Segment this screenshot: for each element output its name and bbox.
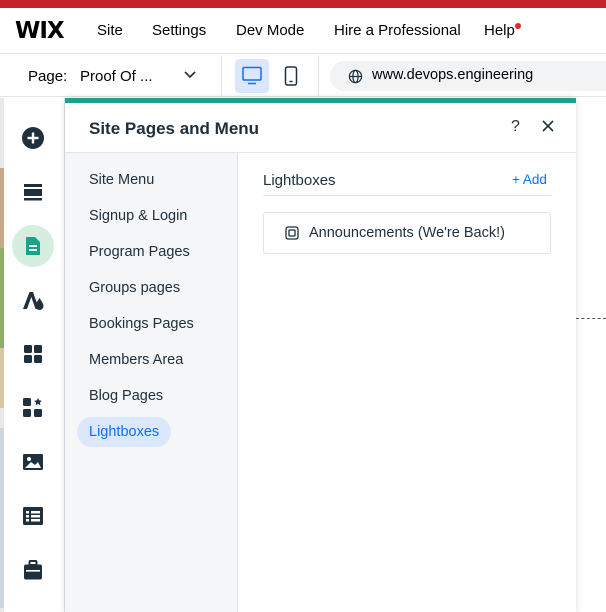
- close-icon[interactable]: [541, 119, 555, 133]
- media-icon: [23, 454, 43, 470]
- site-pages-panel: Site Pages and Menu ? Site Menu Signup &…: [65, 98, 576, 612]
- help-notification-dot: [515, 23, 521, 29]
- panel-nav: Site Menu Signup & Login Program Pages G…: [65, 153, 238, 612]
- site-design-button[interactable]: [12, 279, 54, 321]
- divider: [221, 55, 222, 97]
- business-apps-button[interactable]: [12, 387, 54, 429]
- site-url: www.devops.engineering: [372, 67, 534, 83]
- menu-site[interactable]: Site: [97, 22, 123, 39]
- media-button[interactable]: [12, 441, 54, 483]
- nav-members-area[interactable]: Members Area: [77, 345, 195, 375]
- apps-icon: [24, 345, 42, 363]
- canvas-right-edge: [576, 98, 606, 612]
- browser-top-strip: [0, 0, 606, 8]
- lightboxes-content: Lightboxes + Add Announcements (We're Ba…: [238, 153, 576, 612]
- page-label: Page:: [28, 68, 68, 85]
- lightbox-icon: [285, 226, 299, 240]
- nav-bookings-pages[interactable]: Bookings Pages: [77, 309, 206, 339]
- help-icon[interactable]: ?: [511, 118, 520, 136]
- cms-button[interactable]: [12, 495, 54, 537]
- site-url-pill[interactable]: www.devops.engineering: [330, 61, 606, 91]
- editor-top-bar: WIX Site Settings Dev Mode Hire a Profes…: [0, 8, 606, 54]
- nav-program-pages[interactable]: Program Pages: [77, 237, 202, 267]
- globe-icon: [348, 69, 363, 84]
- pages-menu-button[interactable]: [12, 225, 54, 267]
- mobile-view-button[interactable]: [280, 59, 304, 93]
- add-apps-button[interactable]: [12, 333, 54, 375]
- add-lightbox-button[interactable]: + Add: [512, 172, 547, 187]
- design-icon: [23, 292, 44, 310]
- sections-icon: [24, 184, 42, 201]
- cms-icon: [23, 507, 43, 525]
- panel-header: Site Pages and Menu ?: [65, 103, 576, 153]
- menu-settings[interactable]: Settings: [152, 22, 206, 39]
- mobile-icon: [284, 66, 298, 86]
- divider: [318, 55, 319, 97]
- canvas-guide-line: [576, 318, 606, 319]
- menu-dev-mode[interactable]: Dev Mode: [236, 22, 304, 39]
- menu-hire-a-professional[interactable]: Hire a Professional: [334, 22, 461, 39]
- page-selector[interactable]: Proof Of ...: [80, 68, 153, 85]
- pages-icon: [26, 237, 40, 255]
- lightbox-item[interactable]: Announcements (We're Back!): [263, 212, 551, 254]
- left-tool-rail: [4, 98, 65, 612]
- nav-groups-pages[interactable]: Groups pages: [77, 273, 192, 303]
- sections-button[interactable]: [12, 171, 54, 213]
- add-elements-button[interactable]: [12, 117, 54, 159]
- desktop-view-button[interactable]: [235, 59, 269, 93]
- menu-help[interactable]: Help: [484, 22, 515, 39]
- add-icon: [22, 127, 44, 149]
- nav-lightboxes[interactable]: Lightboxes: [77, 417, 172, 447]
- nav-signup-login[interactable]: Signup & Login: [77, 201, 199, 231]
- panel-title: Site Pages and Menu: [89, 119, 260, 138]
- portfolio-icon: [24, 560, 42, 580]
- wix-logo: WIX: [15, 18, 65, 44]
- chevron-down-icon[interactable]: [183, 68, 197, 82]
- lightbox-item-label: Announcements (We're Back!): [309, 225, 505, 241]
- portfolio-button[interactable]: [12, 549, 54, 591]
- nav-blog-pages[interactable]: Blog Pages: [77, 381, 175, 411]
- section-title: Lightboxes: [263, 172, 336, 189]
- editor-secondary-bar: Page: Proof Of ... www.devops.engineerin…: [0, 55, 606, 97]
- divider: [263, 195, 551, 196]
- business-apps-icon: [23, 398, 42, 417]
- nav-site-menu[interactable]: Site Menu: [77, 165, 166, 195]
- desktop-icon: [242, 66, 262, 85]
